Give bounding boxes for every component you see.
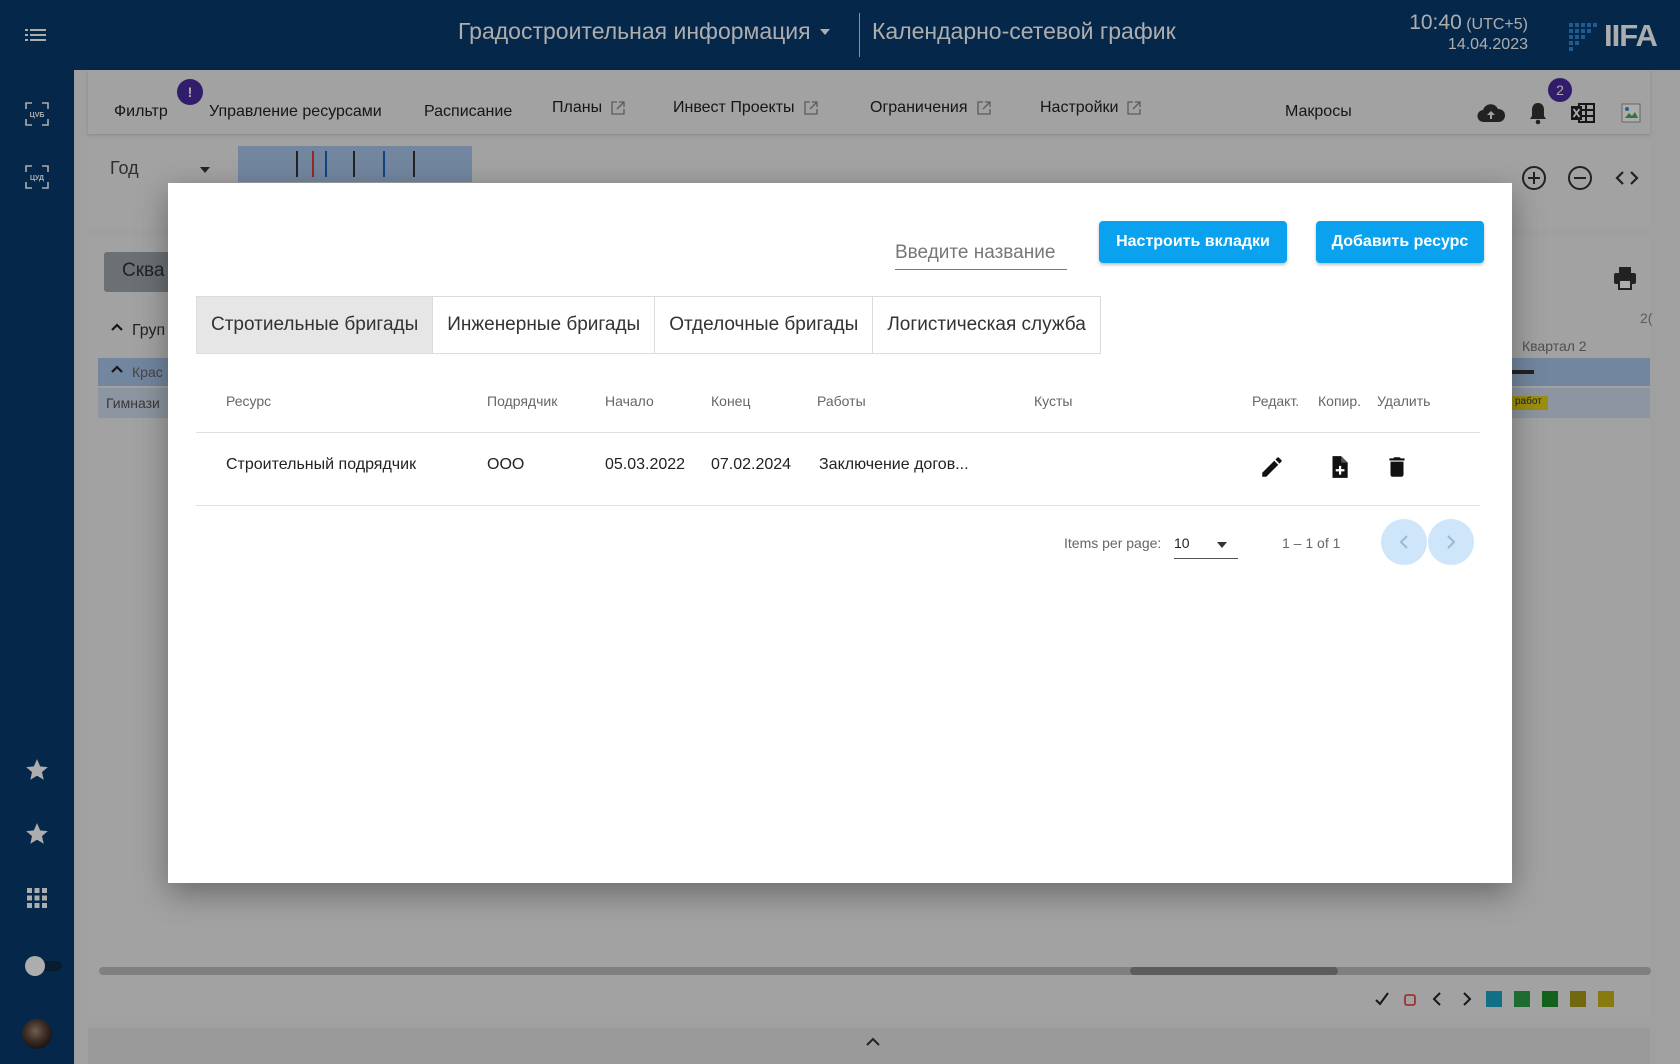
col-delete: Удалить <box>1377 393 1431 409</box>
chevron-right-icon <box>1447 535 1456 549</box>
prev-page-button[interactable] <box>1381 519 1427 565</box>
tab-engineering[interactable]: Инженерные бригады <box>433 297 656 353</box>
items-per-page-label: Items per page: <box>1064 535 1162 551</box>
edit-icon[interactable] <box>1259 453 1285 481</box>
row-divider <box>196 505 1480 506</box>
add-resource-button[interactable]: Добавить ресурс <box>1316 221 1484 263</box>
col-bushes[interactable]: Кусты <box>1034 393 1072 409</box>
cell-resource: Строительный подрядчик <box>226 456 417 473</box>
caret-down-icon <box>1217 542 1227 548</box>
cell-start: 05.03.2022 <box>605 456 686 473</box>
col-copy: Копир. <box>1318 393 1362 409</box>
chevron-left-icon <box>1399 535 1408 549</box>
resource-dialog: Настроить вкладки Добавить ресурс Строти… <box>168 183 1512 883</box>
col-edit: Редакт. <box>1252 393 1300 409</box>
next-page-button[interactable] <box>1428 519 1474 565</box>
header-divider <box>196 432 1480 433</box>
configure-tabs-button[interactable]: Настроить вкладки <box>1099 221 1287 263</box>
col-start[interactable]: Начало <box>605 393 654 409</box>
col-works[interactable]: Работы <box>817 393 866 409</box>
tab-construction[interactable]: Стротиельные бригады <box>197 297 434 353</box>
search-field[interactable] <box>895 238 1067 270</box>
cell-works: Заключение догов... <box>819 456 969 473</box>
resource-tabs: Стротиельные бригады Инженерные бригады … <box>196 296 1101 354</box>
col-contractor[interactable]: Подрядчик <box>487 393 557 409</box>
copy-file-icon[interactable] <box>1326 453 1352 481</box>
col-end[interactable]: Конец <box>711 393 750 409</box>
col-resource[interactable]: Ресурс <box>226 393 271 409</box>
items-per-page-select[interactable]: 10 <box>1174 527 1238 559</box>
cell-end: 07.02.2024 <box>711 456 792 473</box>
tab-finishing[interactable]: Отделочные бригады <box>655 297 874 353</box>
search-input[interactable] <box>895 238 1067 268</box>
pager-range: 1 – 1 of 1 <box>1282 535 1341 551</box>
delete-icon[interactable] <box>1384 453 1410 481</box>
tab-logistics[interactable]: Логистическая служба <box>873 297 1099 353</box>
items-per-page-value: 10 <box>1174 535 1190 551</box>
cell-contractor: ООО <box>487 456 525 473</box>
